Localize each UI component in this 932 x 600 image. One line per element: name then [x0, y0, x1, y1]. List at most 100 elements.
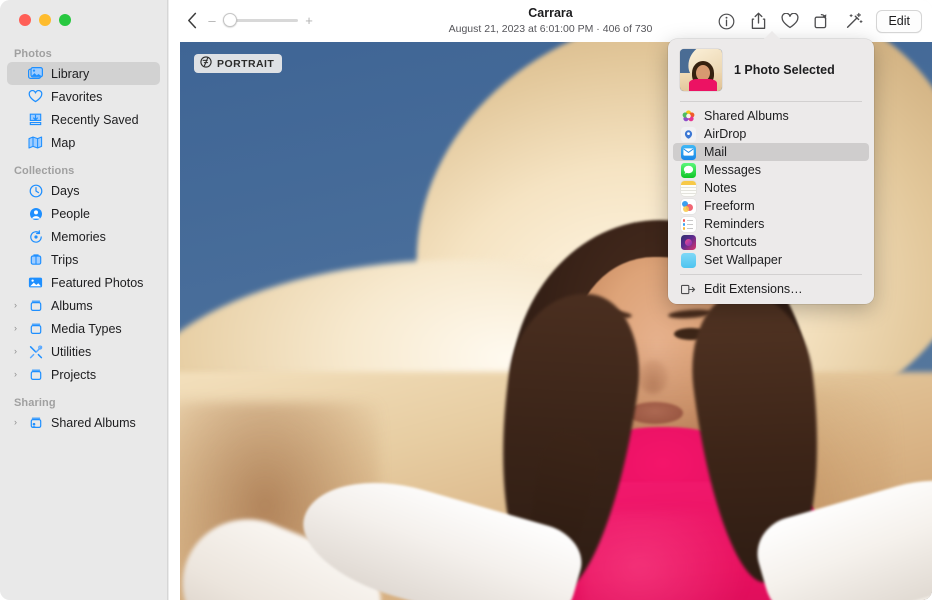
share-target-mail[interactable]: Mail	[673, 143, 869, 161]
featured-photo-icon	[26, 276, 45, 289]
sidebar-item-featured-photos[interactable]: Featured Photos	[7, 271, 160, 294]
toolbar-actions: Edit	[710, 6, 922, 36]
sidebar-item-label: Projects	[51, 368, 96, 382]
freeform-app-icon	[680, 198, 696, 214]
share-target-label: Reminders	[704, 217, 764, 231]
share-target-shortcuts[interactable]: Shortcuts	[673, 233, 869, 251]
share-target-airdrop[interactable]: AirDrop	[673, 125, 869, 143]
toolbar: – + Carrara August 21, 2023 at 6:01:00 P…	[169, 0, 932, 42]
sidebar-item-label: Map	[51, 136, 75, 150]
sidebar-item-label: Utilities	[51, 345, 91, 359]
suitcase-icon	[26, 253, 45, 267]
slider-thumb[interactable]	[223, 13, 237, 27]
divider	[680, 101, 862, 102]
rotate-icon[interactable]	[806, 6, 838, 36]
share-target-set-wallpaper[interactable]: Set Wallpaper	[673, 251, 869, 269]
info-icon[interactable]	[710, 6, 742, 36]
sidebar-item-label: Albums	[51, 299, 93, 313]
sidebar-section-collections: Collections	[0, 165, 167, 179]
close-button[interactable]	[19, 14, 31, 26]
aperture-icon	[200, 56, 212, 71]
sidebar-item-label: Shared Albums	[51, 416, 136, 430]
sidebar-scroll-area[interactable]: Photos Library Favorites	[0, 48, 167, 600]
sidebar-item-label: Days	[51, 184, 79, 198]
zoom-slider-track[interactable]	[223, 12, 298, 28]
extensions-icon	[680, 281, 696, 297]
sidebar-item-label: Memories	[51, 230, 106, 244]
share-target-label: Notes	[704, 181, 737, 195]
chevron-right-icon[interactable]: ›	[14, 324, 25, 333]
sidebar-item-label: Recently Saved	[51, 113, 139, 127]
share-icon[interactable]	[742, 6, 774, 36]
wallpaper-icon	[680, 252, 696, 268]
spacer	[0, 386, 167, 397]
sidebar-item-favorites[interactable]: Favorites	[7, 85, 160, 108]
auto-enhance-icon[interactable]	[838, 6, 870, 36]
sidebar-item-media-types[interactable]: › Media Types	[7, 317, 160, 340]
share-target-notes[interactable]: Notes	[673, 179, 869, 197]
spacer	[0, 154, 167, 165]
maximize-button[interactable]	[59, 14, 71, 26]
status-badge: PORTRAIT	[194, 54, 282, 73]
clock-icon	[26, 184, 45, 198]
sidebar-item-days[interactable]: Days	[7, 179, 160, 202]
airdrop-icon	[680, 126, 696, 142]
share-target-label: Mail	[704, 145, 727, 159]
sidebar-item-shared-albums[interactable]: › Shared Albums	[7, 411, 160, 434]
share-target-reminders[interactable]: Reminders	[673, 215, 869, 233]
sidebar-item-label: People	[51, 207, 90, 221]
album-icon	[26, 299, 45, 313]
photos-app-icon	[680, 108, 696, 124]
edit-button[interactable]: Edit	[876, 10, 922, 33]
sidebar-item-utilities[interactable]: › Utilities	[7, 340, 160, 363]
edit-extensions-label: Edit Extensions…	[704, 282, 803, 296]
share-menu[interactable]: 1 Photo Selected Shared Albums AirDrop	[668, 39, 874, 304]
chevron-right-icon[interactable]: ›	[14, 301, 25, 310]
sidebar-item-projects[interactable]: › Projects	[7, 363, 160, 386]
chevron-left-icon[interactable]	[182, 10, 202, 30]
memories-icon	[26, 230, 45, 244]
chevron-right-icon[interactable]: ›	[14, 347, 25, 356]
reminders-app-icon	[680, 216, 696, 232]
share-menu-title: 1 Photo Selected	[734, 63, 835, 77]
zoom-out-label[interactable]: –	[207, 14, 217, 27]
zoom-in-label[interactable]: +	[304, 14, 314, 27]
notes-app-icon	[680, 180, 696, 196]
sidebar: Photos Library Favorites	[0, 0, 168, 600]
recently-saved-icon	[26, 113, 45, 126]
sidebar-item-library[interactable]: Library	[7, 62, 160, 85]
photos-window: Photos Library Favorites	[0, 0, 932, 600]
zoom-slider[interactable]: – +	[207, 12, 314, 28]
heart-icon[interactable]	[774, 6, 806, 36]
sidebar-item-label: Library	[51, 67, 89, 81]
sidebar-item-recently-saved[interactable]: Recently Saved	[7, 108, 160, 131]
album-icon	[26, 368, 45, 382]
chevron-right-icon[interactable]: ›	[14, 418, 25, 427]
share-target-label: Set Wallpaper	[704, 253, 782, 267]
sidebar-item-label: Media Types	[51, 322, 122, 336]
share-target-label: AirDrop	[704, 127, 746, 141]
sidebar-section-sharing: Sharing	[0, 397, 167, 411]
minimize-button[interactable]	[39, 14, 51, 26]
sidebar-section-photos: Photos	[0, 48, 167, 62]
sidebar-item-albums[interactable]: › Albums	[7, 294, 160, 317]
share-target-freeform[interactable]: Freeform	[673, 197, 869, 215]
sidebar-item-label: Favorites	[51, 90, 102, 104]
messages-app-icon	[680, 162, 696, 178]
share-target-shared-albums[interactable]: Shared Albums	[673, 107, 869, 125]
shared-album-icon	[26, 416, 45, 430]
traffic-lights	[19, 14, 71, 26]
sidebar-item-map[interactable]: Map	[7, 131, 160, 154]
chevron-right-icon[interactable]: ›	[14, 370, 25, 379]
share-menu-header: 1 Photo Selected	[668, 39, 874, 100]
mail-app-icon	[680, 144, 696, 160]
share-target-messages[interactable]: Messages	[673, 161, 869, 179]
sidebar-item-memories[interactable]: Memories	[7, 225, 160, 248]
badge-label: PORTRAIT	[217, 58, 274, 70]
sidebar-item-people[interactable]: People	[7, 202, 160, 225]
map-icon	[26, 136, 45, 149]
sidebar-item-trips[interactable]: Trips	[7, 248, 160, 271]
shortcuts-app-icon	[680, 234, 696, 250]
edit-extensions-item[interactable]: Edit Extensions…	[673, 280, 869, 298]
divider	[680, 274, 862, 275]
